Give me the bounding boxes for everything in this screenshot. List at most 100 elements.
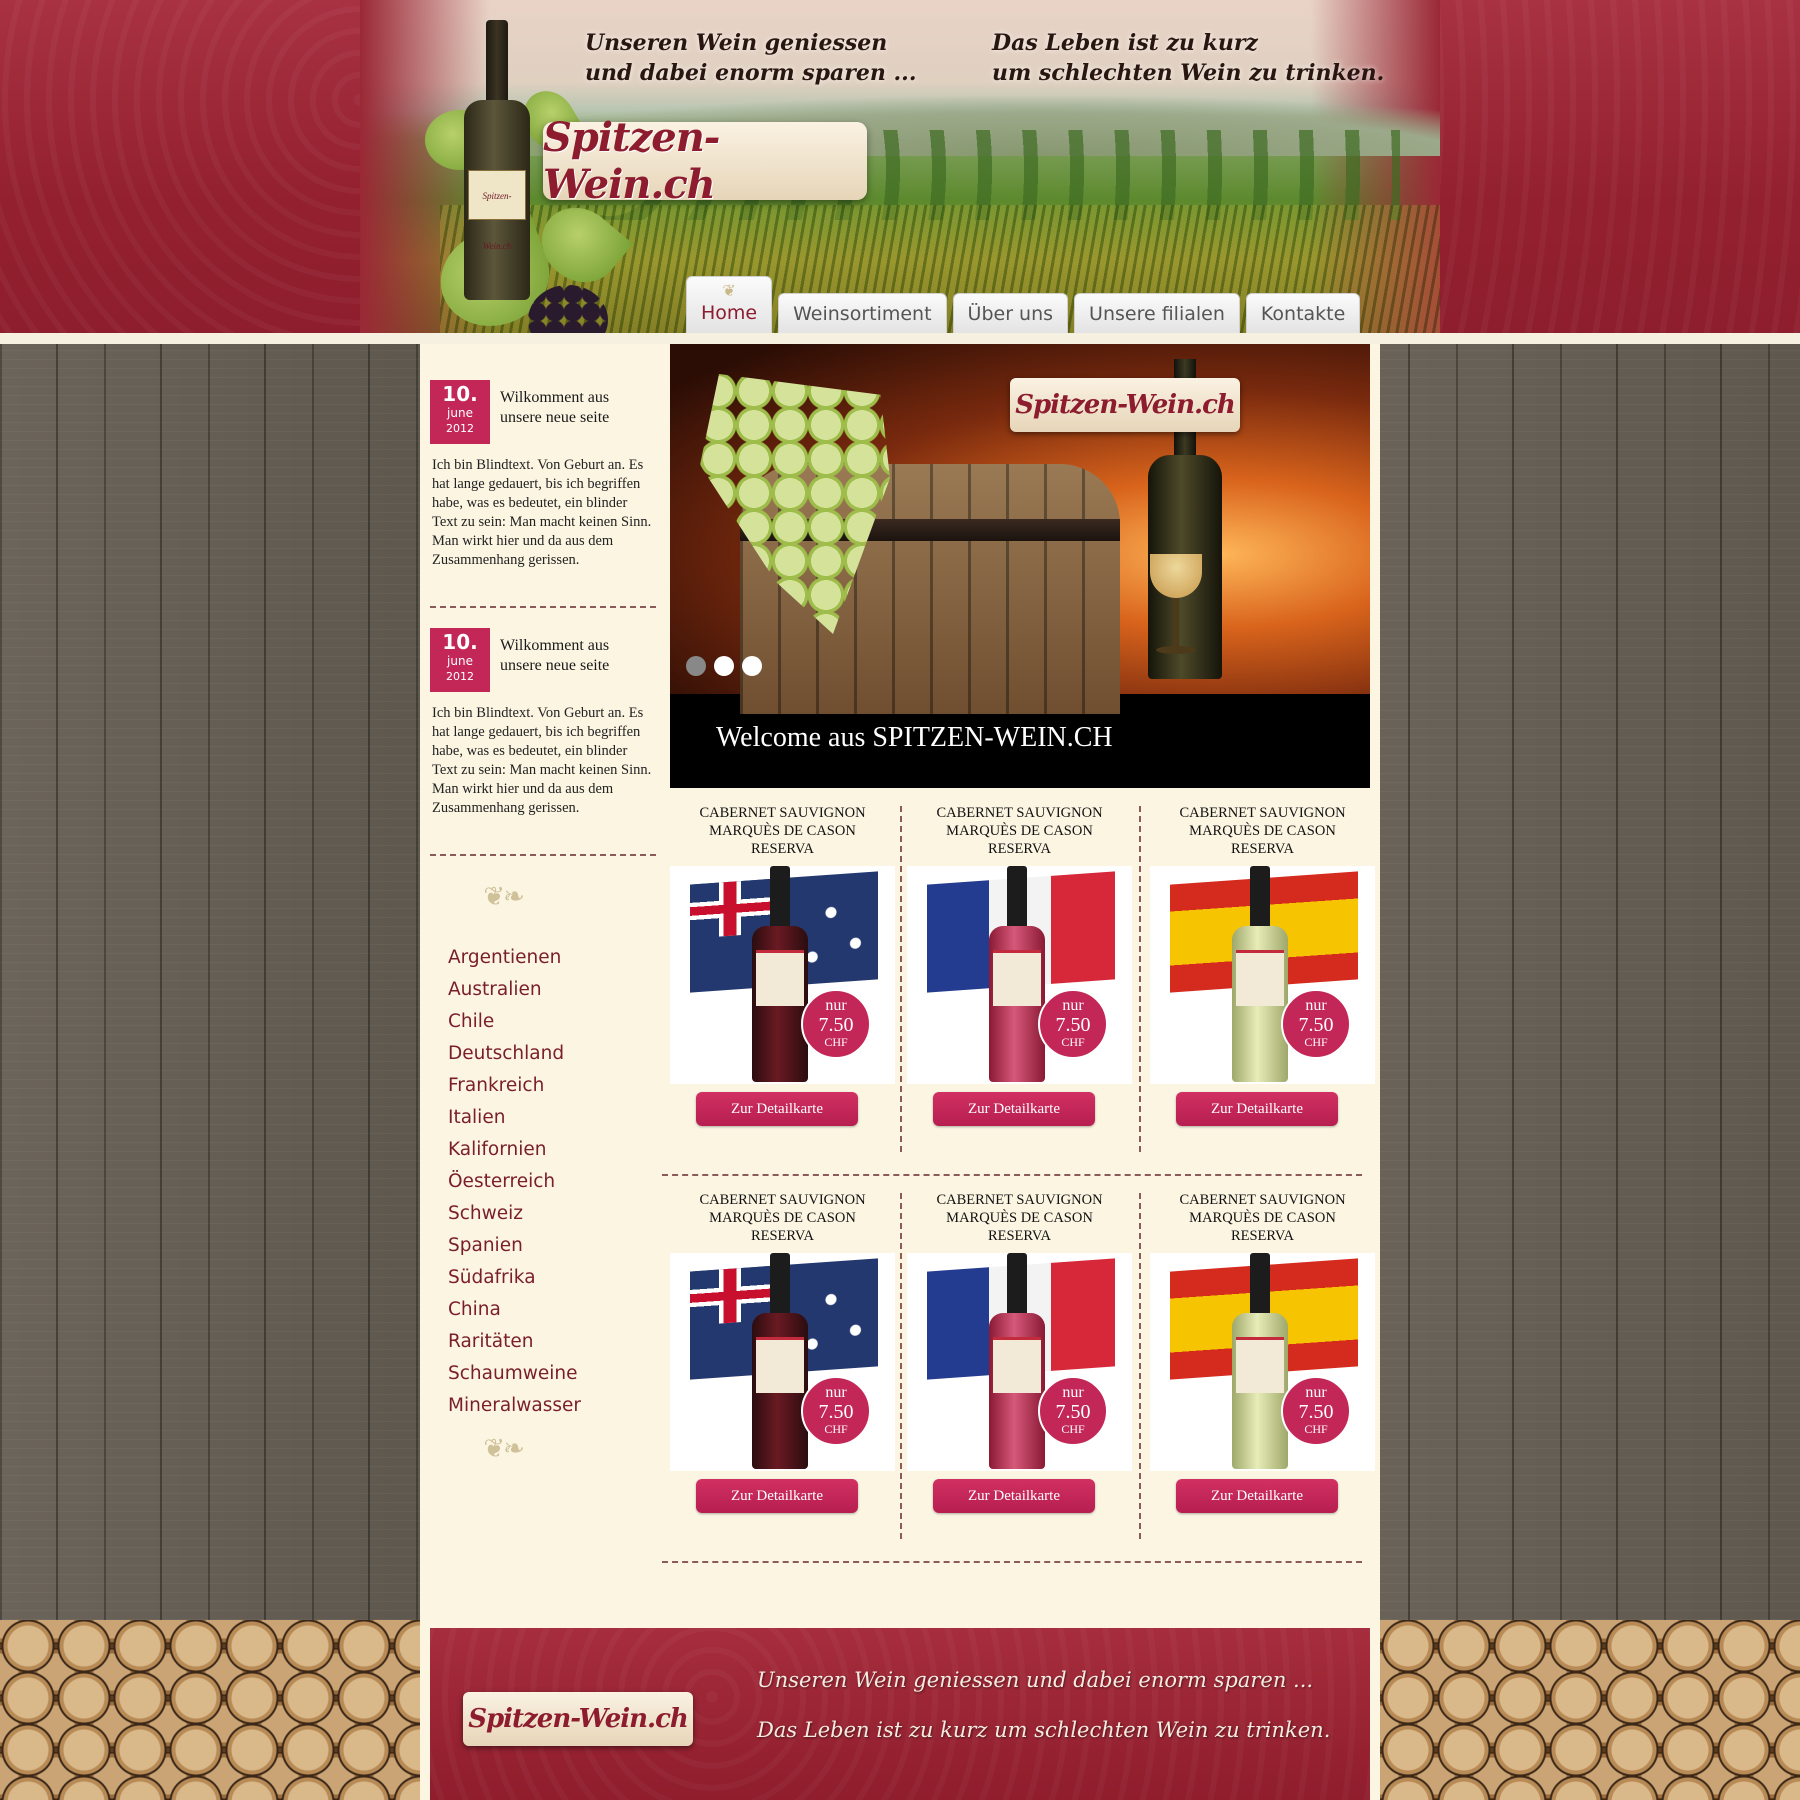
post-year: 2012 — [446, 422, 474, 435]
product-image[interactable]: nur 7.50 CHF — [907, 1253, 1132, 1471]
detail-button[interactable]: Zur Detailkarte — [933, 1092, 1095, 1126]
post-month: june — [447, 654, 473, 668]
country-link-kalifornien[interactable]: Kalifornien — [448, 1134, 581, 1166]
ornament-icon: ❦❧ — [483, 1434, 525, 1463]
detail-button[interactable]: Zur Detailkarte — [933, 1479, 1095, 1513]
post-date-badge: 10. june 2012 — [430, 380, 490, 444]
image-slider: Spitzen-Wein.ch Welcome aus SPITZEN-WEIN… — [670, 344, 1370, 788]
dashed-divider — [662, 1561, 1362, 1563]
nav-label: Weinsortiment — [793, 302, 932, 325]
product-name-line: CABERNET SAUVIGNON — [699, 1192, 866, 1208]
country-link-mineralwasser[interactable]: Mineralwasser — [448, 1390, 581, 1422]
country-link-argentinien[interactable]: Argentienen — [448, 942, 581, 974]
wine-bottle-icon — [989, 1253, 1045, 1469]
product-card: CABERNET SAUVIGNON MARQUÈS DE CASON RESE… — [907, 796, 1132, 1156]
product-name-line: MARQUÈS DE CASON — [1189, 823, 1336, 839]
slider-dot[interactable] — [714, 656, 734, 676]
header: Spitzen-Wein.ch Unseren Wein geniessen u… — [0, 0, 1800, 355]
price-prefix: nur — [825, 997, 847, 1014]
post-day: 10. — [442, 630, 478, 654]
product-name-line: CABERNET SAUVIGNON — [1179, 805, 1346, 821]
price-currency: CHF — [1061, 1422, 1085, 1436]
country-link-schaumweine[interactable]: Schaumweine — [448, 1358, 581, 1390]
product-name-line: RESERVA — [987, 841, 1052, 857]
nav-home[interactable]: ❦ Home — [686, 276, 773, 333]
product-card: CABERNET SAUVIGNON MARQUÈS DE CASON RESE… — [1150, 796, 1375, 1156]
post-day: 10. — [442, 382, 478, 406]
slogan-line: und dabei enorm sparen ... — [585, 60, 917, 86]
post-title[interactable]: Wilkomment aus unsere neue seite — [500, 388, 650, 428]
price-currency: CHF — [1304, 1422, 1328, 1436]
bottle-label: Spitzen-Wein.ch — [468, 170, 526, 251]
country-link-oesterreich[interactable]: Öesterreich — [448, 1166, 581, 1198]
nav-kontakte[interactable]: Kontakte — [1245, 293, 1361, 333]
country-link-deutschland[interactable]: Deutschland — [448, 1038, 581, 1070]
slider-dot[interactable] — [686, 656, 706, 676]
nav-unsere-filialen[interactable]: Unsere filialen — [1074, 293, 1240, 333]
header-slogan-left: Unseren Wein geniessen und dabei enorm s… — [585, 28, 917, 88]
detail-button[interactable]: Zur Detailkarte — [696, 1479, 858, 1513]
product-name-line: MARQUÈS DE CASON — [1189, 1210, 1336, 1226]
country-link-china[interactable]: China — [448, 1294, 581, 1326]
price-badge: nur 7.50 CHF — [801, 989, 871, 1059]
product-name-line: RESERVA — [1230, 1228, 1295, 1244]
post-month: june — [447, 406, 473, 420]
dashed-divider — [900, 806, 902, 1152]
product-image[interactable]: nur 7.50 CHF — [907, 866, 1132, 1084]
country-link-raritaeten[interactable]: Raritäten — [448, 1326, 581, 1358]
dashed-divider — [430, 854, 656, 856]
product-image[interactable]: nur 7.50 CHF — [670, 866, 895, 1084]
price-prefix: nur — [1305, 1384, 1327, 1401]
footer: Spitzen-Wein.ch Unseren Wein geniessen u… — [430, 1628, 1370, 1800]
price-currency: CHF — [824, 1035, 848, 1049]
nav-weinsortiment[interactable]: Weinsortiment — [778, 293, 947, 333]
main-nav: ❦ Home Weinsortiment Über uns Unsere fil… — [686, 276, 1361, 333]
detail-button[interactable]: Zur Detailkarte — [696, 1092, 858, 1126]
footer-divider — [420, 1620, 1380, 1628]
product-name-line: MARQUÈS DE CASON — [709, 823, 856, 839]
price-value: 7.50 — [818, 1401, 854, 1423]
product-name[interactable]: CABERNET SAUVIGNON MARQUÈS DE CASON RESE… — [907, 804, 1132, 858]
slider-dot[interactable] — [742, 656, 762, 676]
country-link-italien[interactable]: Italien — [448, 1102, 581, 1134]
price-currency: CHF — [1061, 1035, 1085, 1049]
product-image[interactable]: nur 7.50 CHF — [1150, 866, 1375, 1084]
nav-label: Unsere filialen — [1089, 302, 1225, 325]
product-image[interactable]: nur 7.50 CHF — [670, 1253, 895, 1471]
country-link-spanien[interactable]: Spanien — [448, 1230, 581, 1262]
dashed-divider — [662, 1174, 1362, 1176]
footer-slogan: Das Leben ist zu kurz um schlechten Wein… — [757, 1718, 1331, 1742]
product-name[interactable]: CABERNET SAUVIGNON MARQUÈS DE CASON RESE… — [907, 1191, 1132, 1245]
product-name[interactable]: CABERNET SAUVIGNON MARQUÈS DE CASON RESE… — [1150, 804, 1375, 858]
cork-background-left — [0, 1620, 420, 1800]
detail-button[interactable]: Zur Detailkarte — [1176, 1479, 1338, 1513]
price-prefix: nur — [1305, 997, 1327, 1014]
product-card: CABERNET SAUVIGNON MARQUÈS DE CASON RESE… — [670, 796, 895, 1156]
nav-label: Über uns — [967, 302, 1054, 325]
slogan-line: um schlechten Wein zu trinken. — [992, 60, 1385, 86]
product-name[interactable]: CABERNET SAUVIGNON MARQUÈS DE CASON RESE… — [670, 804, 895, 858]
ornament-icon: ❦❧ — [483, 882, 525, 911]
site-logo[interactable]: Spitzen-Wein.ch — [543, 114, 867, 208]
footer-border — [420, 1628, 430, 1800]
detail-button[interactable]: Zur Detailkarte — [1176, 1092, 1338, 1126]
dashed-divider — [1139, 1193, 1141, 1539]
slogan-line: Das Leben ist zu kurz — [992, 30, 1258, 56]
country-link-schweiz[interactable]: Schweiz — [448, 1198, 581, 1230]
footer-logo[interactable]: Spitzen-Wein.ch — [463, 1692, 693, 1746]
nav-label: Home — [701, 302, 758, 324]
product-image[interactable]: nur 7.50 CHF — [1150, 1253, 1375, 1471]
nav-ueber-uns[interactable]: Über uns — [952, 293, 1069, 333]
country-link-australien[interactable]: Australien — [448, 974, 581, 1006]
product-name[interactable]: CABERNET SAUVIGNON MARQUÈS DE CASON RESE… — [670, 1191, 895, 1245]
product-name[interactable]: CABERNET SAUVIGNON MARQUÈS DE CASON RESE… — [1150, 1191, 1375, 1245]
country-link-chile[interactable]: Chile — [448, 1006, 581, 1038]
price-prefix: nur — [1062, 997, 1084, 1014]
price-badge: nur 7.50 CHF — [1038, 989, 1108, 1059]
ornament-icon: ❦ — [722, 281, 736, 300]
country-link-suedafrika[interactable]: Südafrika — [448, 1262, 581, 1294]
post-text: Ich bin Blindtext. Von Geburt an. Es hat… — [432, 457, 652, 568]
post-title[interactable]: Wilkomment aus unsere neue seite — [500, 636, 650, 676]
country-link-frankreich[interactable]: Frankreich — [448, 1070, 581, 1102]
price-value: 7.50 — [818, 1014, 854, 1036]
